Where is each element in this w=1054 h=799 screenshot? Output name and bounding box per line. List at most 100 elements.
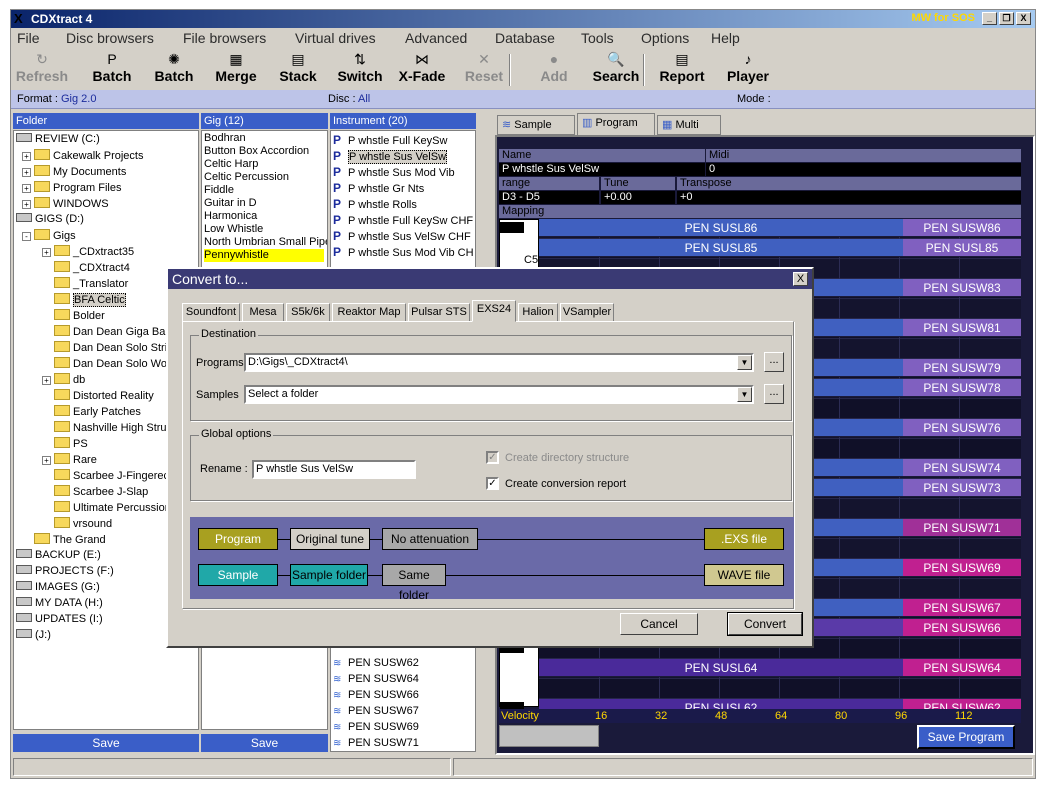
tree-item[interactable]: vrsound [42,517,112,533]
tree-item[interactable]: + Cakewalk Projects [22,149,143,165]
zone-right[interactable]: PEN SUSW74 [903,459,1021,477]
tree-item[interactable]: Dan Dean Solo Wo [42,357,167,373]
tree-item[interactable]: Scarbee J-Fingerec [42,469,169,485]
instrument-item[interactable]: P P whstle Rolls [333,196,417,212]
tree-item[interactable]: _Translator [42,277,128,293]
zone-right[interactable]: PEN SUSW67 [903,599,1021,617]
chevron-down-icon[interactable]: ▼ [737,355,752,370]
zone-right[interactable]: PEN SUSW71 [903,519,1021,537]
flow-no-attenuation[interactable]: No attenuation [382,528,478,550]
tree-item[interactable]: UPDATES (I:) [16,613,103,629]
instrument-item[interactable]: P P whstle Gr Nts [333,180,424,196]
tree-item[interactable]: IMAGES (G:) [16,581,100,597]
zone-left[interactable]: PEN SUSL86 [539,219,903,237]
zone-right[interactable]: PEN SUSW66 [903,619,1021,637]
dialog-tab-mesa[interactable]: Mesa [242,303,284,322]
gig-item[interactable]: Celtic Harp [204,158,258,171]
zone-right[interactable]: PEN SUSW83 [903,279,1021,297]
tree-item[interactable]: Dan Dean Solo Stri [42,341,167,357]
samples-combo[interactable]: Select a folder ▼ [244,385,754,404]
gig-item[interactable]: Low Whistle [204,223,263,236]
flow-program[interactable]: Program [198,528,278,550]
sample-item[interactable]: ≋ PEN SUSW71 [333,735,419,751]
rename-input[interactable]: P whstle Sus VelSw [252,460,416,479]
menu-virtual-drives[interactable]: Virtual drives [295,30,376,46]
tree-item[interactable]: REVIEW (C:) [16,133,100,149]
zone-right[interactable]: PEN SUSW69 [903,559,1021,577]
tree-item[interactable]: Bolder [42,309,105,325]
tree-item[interactable]: + _CDxtract35 [42,245,134,261]
instrument-item[interactable]: P P whstle Sus Mod Vib [333,164,455,180]
menu-tools[interactable]: Tools [581,30,614,46]
flow-wave-file[interactable]: WAVE file [704,564,784,586]
sample-item[interactable]: ≋ PEN SUSW69 [333,719,419,735]
tree-item[interactable]: + WINDOWS [22,197,109,213]
menu-file-browsers[interactable]: File browsers [183,30,266,46]
range-value[interactable]: D3 - D5 [499,191,599,204]
expand-toggle-icon[interactable]: + [22,184,31,193]
toolbar-search-button-9[interactable]: 🔍 Search [585,50,647,88]
instrument-item[interactable]: P P whstle Sus Mod Vib CH [333,244,474,260]
samples-browse-button[interactable]: ... [764,384,784,404]
midi-value[interactable]: 0 [706,163,1021,176]
create-report-checkbox[interactable]: ✓ [486,477,499,490]
programs-browse-button[interactable]: ... [764,352,784,372]
programs-combo[interactable]: D:\Gigs\_CDXtract4\ ▼ [244,353,754,372]
tab-sample[interactable]: ≋ Sample [497,115,575,135]
tree-item[interactable]: The Grand [22,533,106,549]
instrument-item[interactable]: P P whstle Full KeySw [333,132,447,148]
dialog-tab-vsampler[interactable]: VSampler [560,303,614,322]
gig-item[interactable]: Bodhran [204,132,246,145]
name-value[interactable]: P whstle Sus VelSw [499,163,705,176]
expand-toggle-icon[interactable]: + [42,376,51,385]
transpose-value[interactable]: +0 [677,191,1021,204]
flow-same-folder[interactable]: Same folder [382,564,446,602]
expand-toggle-icon[interactable]: - [22,232,31,241]
title-bar[interactable]: X CDXtract 4 MW for SOS _ ❐ X [11,10,1035,28]
close-button[interactable]: X [1016,12,1031,25]
zone-right[interactable]: PEN SUSW78 [903,379,1021,397]
zone-left[interactable]: PEN SUSL64 [539,659,903,677]
tab-program[interactable]: ▥ Program [577,113,655,135]
menu-file[interactable]: File [17,30,40,46]
dialog-title[interactable]: Convert to... [168,269,812,289]
tune-value[interactable]: +0.00 [601,191,675,204]
instrument-item[interactable]: P P whstle Sus VelSw CHF [333,228,471,244]
toolbar-switch-button-5[interactable]: ⇅ Switch [329,50,391,88]
tree-item[interactable]: (J:) [16,629,51,645]
zone-right[interactable]: PEN SUSW76 [903,419,1021,437]
zone-right[interactable]: PEN SUSL85 [903,239,1021,257]
gig-item[interactable]: Pennywhistle [204,249,324,262]
expand-toggle-icon[interactable]: + [42,456,51,465]
toolbar-stack-button-4[interactable]: ▤ Stack [267,50,329,88]
tree-item[interactable]: - Gigs [22,229,76,245]
menu-advanced[interactable]: Advanced [405,30,467,46]
toolbar-x-fade-button-6[interactable]: ⋈ X-Fade [391,50,453,88]
zone-right[interactable]: PEN SUSW86 [903,219,1021,237]
menu-help[interactable]: Help [711,30,740,46]
toolbar-player-button-11[interactable]: ♪ Player [717,50,779,88]
zone-right[interactable]: PEN SUSW73 [903,479,1021,497]
dialog-tab-exs24[interactable]: EXS24 [472,300,516,322]
tree-item[interactable]: + Rare [42,453,97,469]
flow-exs-file[interactable]: .EXS file [704,528,784,550]
tree-item[interactable]: Ultimate Percussion [42,501,171,517]
toolbar-batch-button-1[interactable]: P Batch [81,50,143,88]
gig-item[interactable]: North Umbrian Small Pipes [204,236,327,249]
folder-save-button[interactable]: Save [13,734,199,752]
zone-left[interactable]: PEN SUSL85 [539,239,903,257]
toolbar-merge-button-3[interactable]: ▦ Merge [205,50,267,88]
tree-item[interactable]: PROJECTS (F:) [16,565,114,581]
expand-toggle-icon[interactable]: + [22,152,31,161]
menu-options[interactable]: Options [641,30,689,46]
tree-item[interactable]: GIGS (D:) [16,213,84,229]
dialog-close-button[interactable]: X [793,272,808,286]
dialog-tab-soundfont[interactable]: Soundfont [182,303,240,322]
dialog-tab-pulsar-sts[interactable]: Pulsar STS [408,303,470,322]
save-program-button[interactable]: Save Program [917,725,1015,749]
flow-original-tune[interactable]: Original tune [290,528,370,550]
gig-item[interactable]: Button Box Accordion [204,145,309,158]
gig-item[interactable]: Harmonica [204,210,257,223]
gig-item[interactable]: Celtic Percussion [204,171,289,184]
gig-save-button[interactable]: Save [201,734,328,752]
